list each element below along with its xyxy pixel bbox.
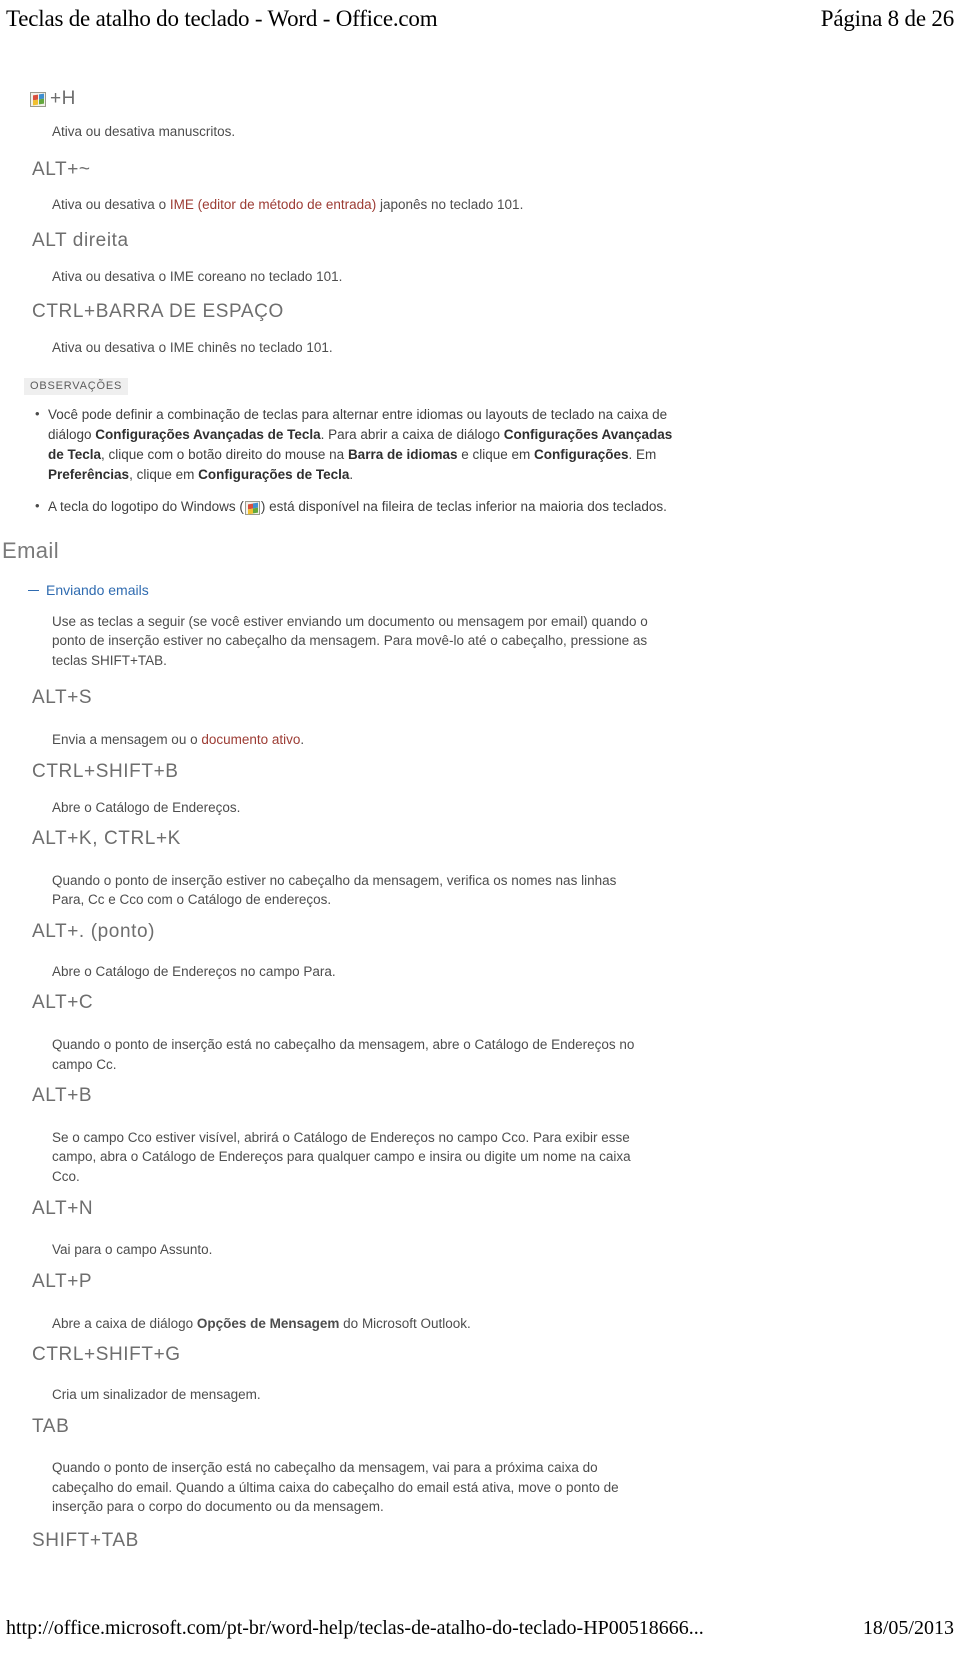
shortcut-key-shift-tab: SHIFT+TAB — [32, 1529, 139, 1551]
shortcut-description-alt-k-ctrl-k: Quando o ponto de inserção estiver no ca… — [52, 872, 617, 908]
note-text-part: Configurações — [534, 447, 629, 462]
desc-part: Opções de Mensagem — [196, 1315, 340, 1331]
list-item: A tecla do logotipo do Windows ( ) está d… — [35, 495, 688, 517]
note-text-part: Barra de idiomas — [347, 447, 458, 462]
help-article-content: +H Ativa ou desativa manuscritos. ALT+~ … — [0, 88, 960, 1558]
shortcut-key-alt-p: ALT+P — [32, 1270, 93, 1292]
shortcut-description-ctrl-space: Ativa ou desativa o IME chinês no teclad… — [52, 339, 333, 355]
email-section-intro: Use as teclas a seguir (se você estiver … — [52, 613, 648, 668]
desc-part: Abre a caixa de diálogo — [52, 1315, 197, 1331]
shortcut-key-alt-n: ALT+N — [32, 1197, 94, 1219]
shortcut-description-alt-c: Quando o ponto de inserção está no cabeç… — [52, 1037, 635, 1072]
note-text-part: , clique com o botão direito do mouse na — [101, 447, 348, 462]
shortcut-description-alt-tilde: Ativa ou desativa o IME (editor de métod… — [0, 195, 652, 215]
note-text-after-icon: ) está disponível na fileira de teclas i… — [260, 498, 667, 514]
note-text-part: . — [349, 467, 354, 483]
desc-prefix: Envia a mensagem ou o — [52, 732, 202, 748]
glossary-link-documento-ativo[interactable]: documento ativo — [201, 732, 300, 747]
shortcut-heading-windows-h: +H — [0, 88, 960, 110]
expander-label: Enviando emails — [46, 581, 149, 598]
shortcut-key-alt-b: ALT+B — [32, 1085, 93, 1107]
shortcut-description-alt-direita: Ativa ou desativa o IME coreano no tecla… — [52, 268, 343, 284]
shortcut-key-alt-direita: ALT direita — [32, 229, 129, 251]
note-text-part: Configurações de Tecla — [198, 467, 350, 483]
print-footer-url: http://office.microsoft.com/pt-br/word-h… — [6, 1617, 704, 1639]
shortcut-description-alt-n: Vai para o campo Assunto. — [52, 1242, 213, 1258]
shortcut-key-alt-ponto: ALT+. (ponto) — [32, 920, 156, 942]
note-text-part: Preferências — [48, 467, 130, 483]
print-footer: http://office.microsoft.com/pt-br/word-h… — [0, 1610, 960, 1640]
shortcut-description-alt-s: Envia a mensagem ou o documento ativo. — [0, 730, 652, 750]
shortcut-key-ctrl-shift-b: CTRL+SHIFT+B — [32, 760, 179, 782]
shortcut-key-ctrl-shift-g: CTRL+SHIFT+G — [32, 1344, 181, 1366]
desc-part: do Microsoft Outlook. — [339, 1315, 471, 1331]
print-footer-date: 18/05/2013 — [862, 1617, 954, 1639]
shortcut-key-ctrl-space: CTRL+BARRA DE ESPAÇO — [32, 301, 284, 323]
list-item: Você pode definir a combinação de teclas… — [35, 404, 688, 486]
notes-tag: OBSERVAÇÕES — [24, 377, 129, 395]
shortcut-key-alt-s: ALT+S — [32, 687, 93, 709]
note-text-part: . Em — [628, 447, 657, 462]
shortcut-description-alt-ponto: Abre o Catálogo de Endereços no campo Pa… — [52, 963, 336, 979]
shortcut-description: Ativa ou desativa manuscritos. — [52, 124, 236, 139]
shortcut-description-ctrl-shift-b: Abre o Catálogo de Endereços. — [52, 799, 241, 815]
print-header: Teclas de atalho do teclado - Word - Off… — [0, 6, 960, 40]
glossary-link-ime[interactable]: IME (editor de método de entrada) — [170, 197, 376, 212]
shortcut-description-ctrl-shift-g: Cria um sinalizador de mensagem. — [52, 1386, 261, 1402]
desc-prefix: Ativa ou desativa o — [52, 197, 170, 213]
minus-collapse-icon[interactable] — [28, 589, 39, 591]
shortcut-description-alt-p: Abre a caixa de diálogo Opções de Mensag… — [0, 1314, 652, 1334]
print-header-title: Teclas de atalho do teclado - Word - Off… — [6, 6, 438, 31]
shortcut-key-suffix: +H — [50, 88, 76, 109]
desc-suffix: . — [300, 732, 305, 748]
expander-enviando-emails[interactable]: Enviando emails — [0, 582, 960, 598]
note-text-before-icon: A tecla do logotipo do Windows ( — [48, 498, 244, 514]
windows-logo-icon — [30, 91, 46, 107]
section-heading-email: Email — [2, 537, 60, 563]
shortcut-key-alt-tilde: ALT+~ — [32, 158, 91, 180]
shortcut-key-alt-k-ctrl-k: ALT+K, CTRL+K — [32, 828, 181, 850]
shortcut-description-tab: Quando o ponto de inserção está no cabeç… — [52, 1460, 619, 1515]
note-text-part: . Para abrir a caixa de diálogo — [320, 426, 504, 442]
print-header-page-number: Página 8 de 26 — [820, 6, 954, 31]
note-text-part: e clique em — [457, 447, 535, 462]
shortcut-key-tab: TAB — [32, 1415, 70, 1437]
desc-suffix: japonês no teclado 101. — [376, 197, 524, 213]
note-text-part: , clique em — [129, 467, 199, 483]
shortcut-description-alt-b: Se o campo Cco estiver visível, abrirá o… — [52, 1129, 631, 1184]
notes-list: Você pode definir a combinação de teclas… — [0, 404, 688, 517]
note-text-part: Configurações Avançadas de Tecla — [95, 426, 321, 442]
shortcut-key-alt-c: ALT+C — [32, 992, 94, 1014]
windows-logo-icon — [244, 500, 260, 515]
